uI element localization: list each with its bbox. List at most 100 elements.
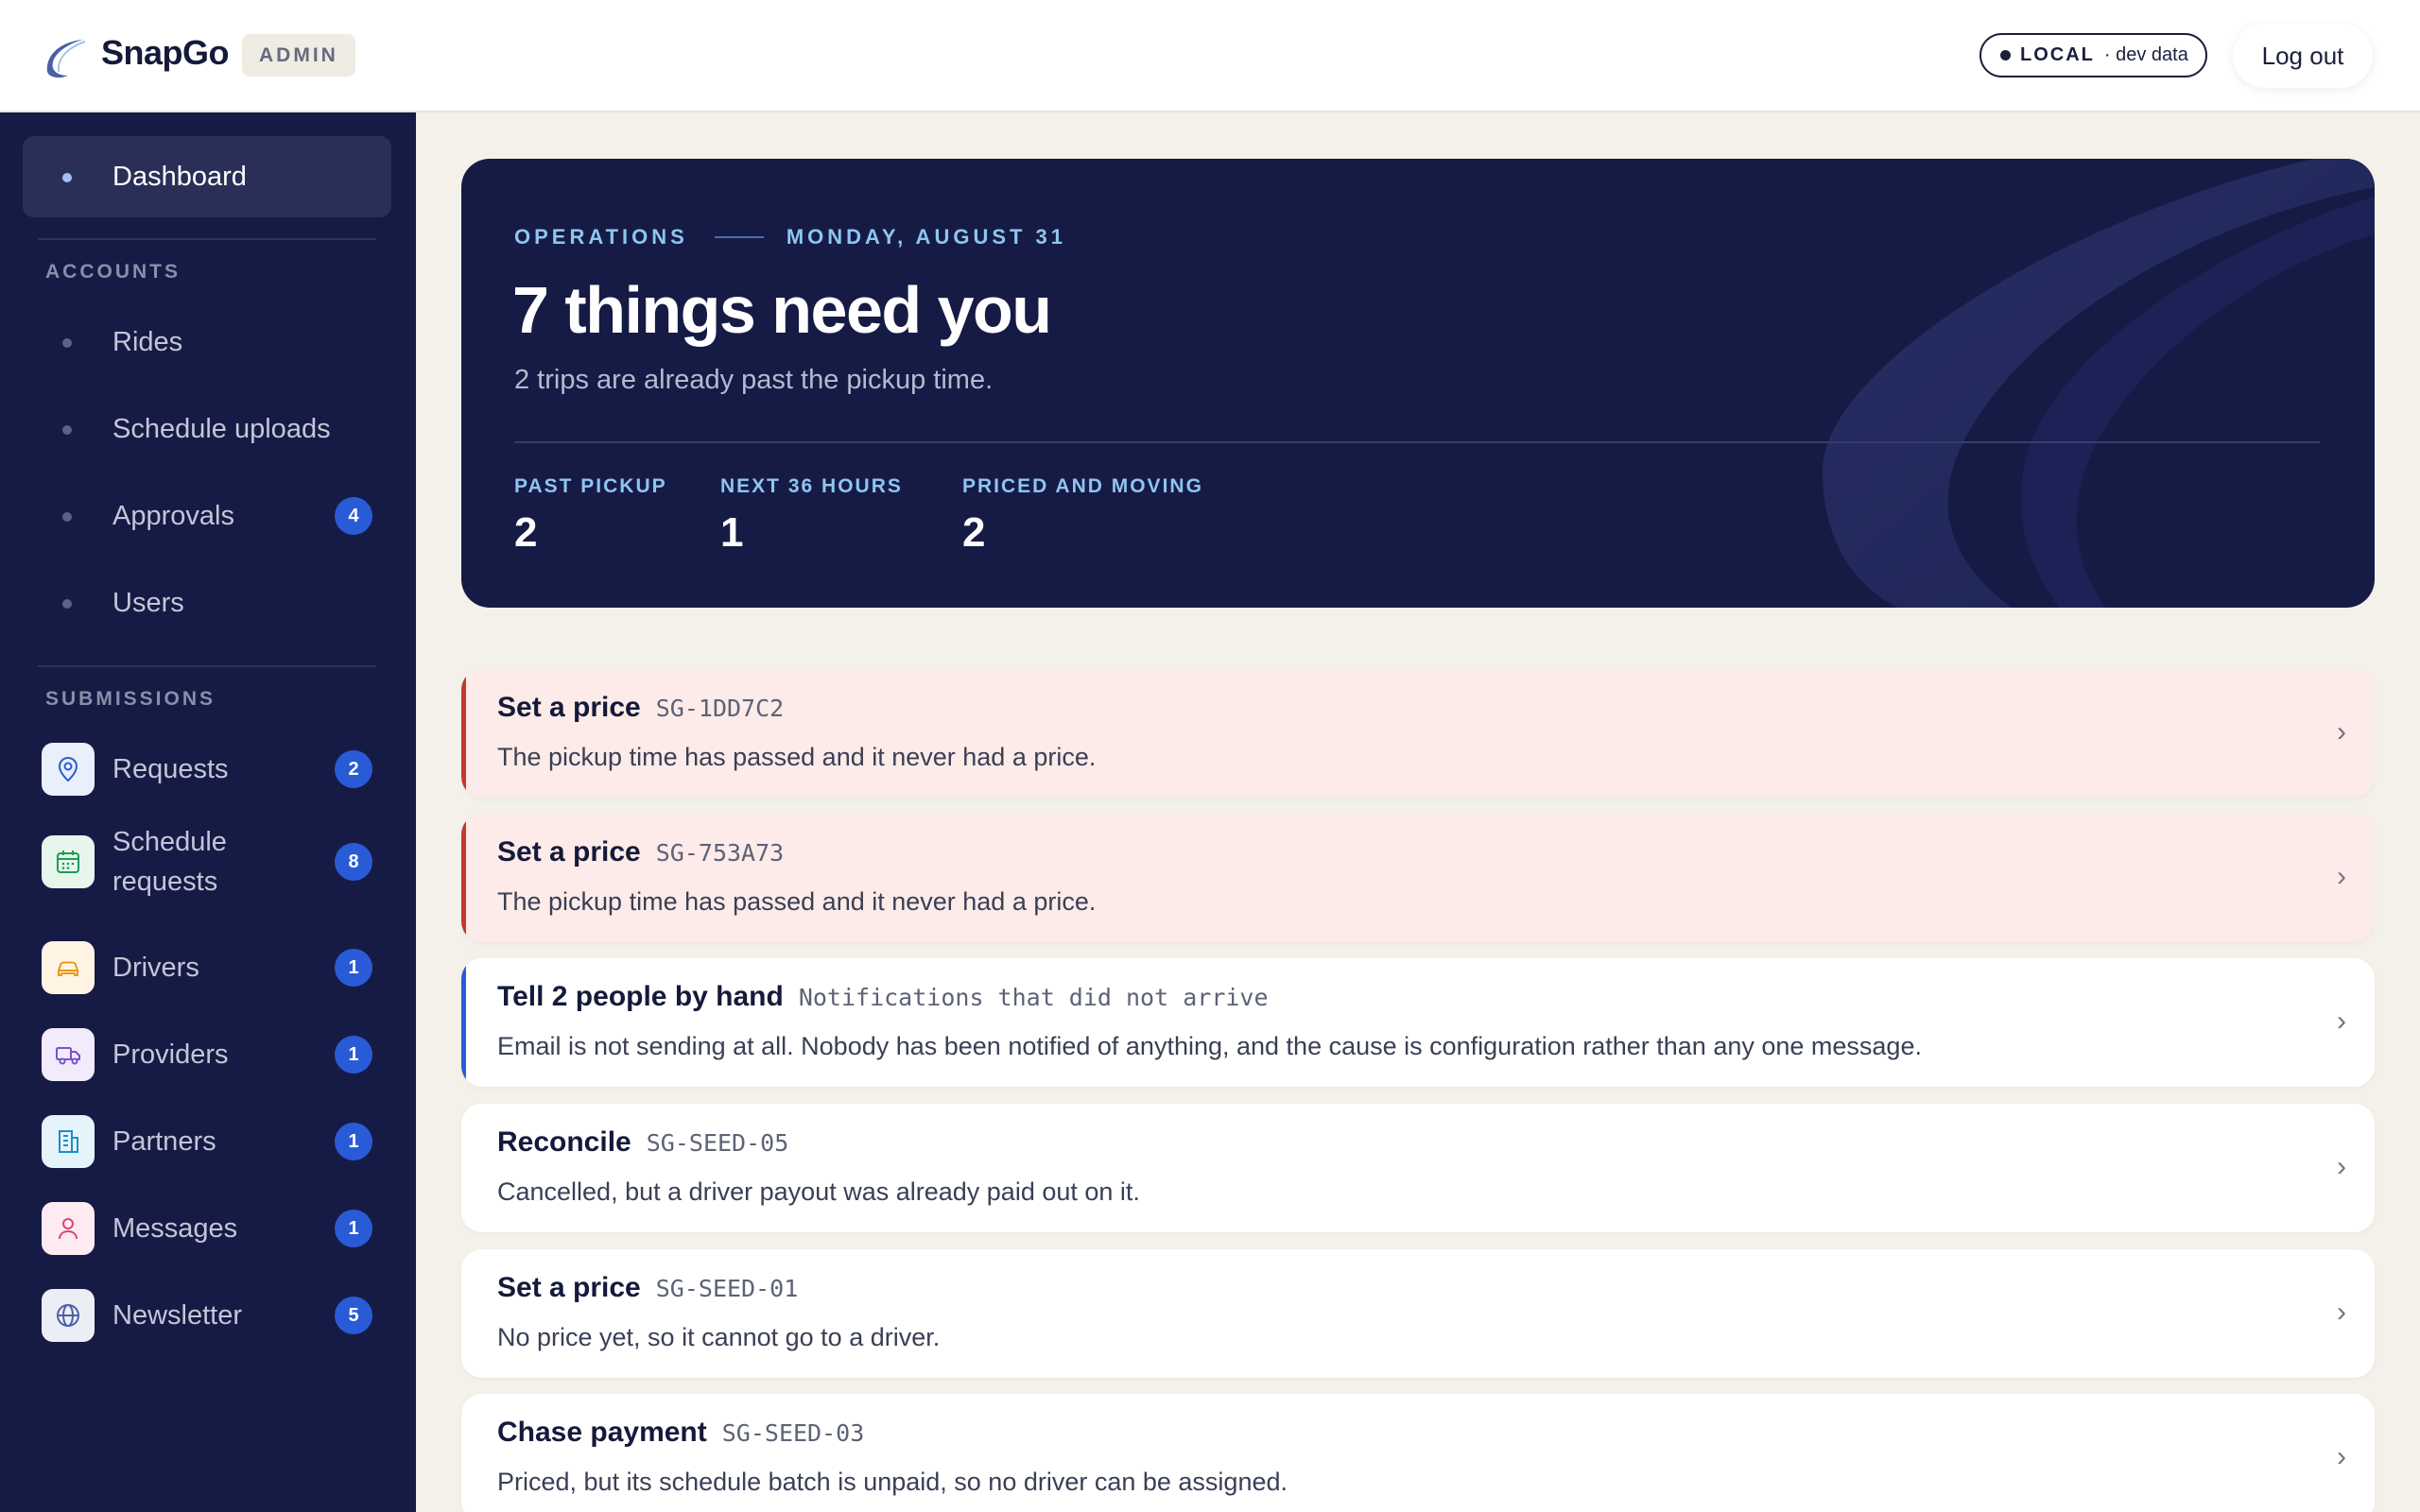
sidebar-item-providers[interactable]: Providers 1 [23,1014,391,1095]
stat-next-36-hours: NEXT 36 HOURS 1 [720,475,903,557]
task-title: Tell 2 people by hand [497,981,784,1012]
sidebar-item-partners[interactable]: Partners 1 [23,1101,391,1182]
task-card[interactable]: Tell 2 people by hand Notifications that… [461,958,2375,1087]
task-description: Email is not sending at all. Nobody has … [497,1032,1922,1060]
sidebar-item-label: Schedule requests [112,827,227,897]
chevron-right-icon: › [2337,1441,2346,1472]
count-badge: 2 [335,750,372,788]
task-card[interactable]: Set a price SG-753A73 The pickup time ha… [461,814,2375,942]
sidebar-item-schedule-uploads[interactable]: Schedule uploads [23,388,391,470]
chevron-right-icon: › [2337,1151,2346,1182]
task-code: SG-SEED-03 [721,1419,865,1447]
sidebar-divider [38,665,376,667]
sidebar-item-drivers[interactable]: Drivers 1 [23,927,391,1008]
sidebar-divider [38,238,376,240]
admin-badge: ADMIN [242,34,355,77]
chevron-right-icon: › [2337,716,2346,747]
task-code: SG-SEED-01 [655,1275,799,1302]
stat-value: 2 [962,509,986,556]
brand-name[interactable]: SnapGo [101,33,230,73]
task-code: SG-SEED-05 [646,1129,789,1157]
sidebar-item-label: Schedule uploads [112,413,331,444]
sidebar-item-label: Newsletter [112,1299,242,1331]
task-card[interactable]: Set a price SG-1DD7C2 The pickup time ha… [461,669,2375,798]
sidebar-item-label: Partners [112,1125,216,1157]
environment-label: LOCAL [2020,44,2095,65]
sidebar-item-label: Rides [112,326,183,357]
task-card[interactable]: Chase payment SG-SEED-03 Priced, but its… [461,1394,2375,1512]
task-card[interactable]: Set a price SG-SEED-01 No price yet, so … [461,1249,2375,1378]
hero-kicker: OPERATIONS MONDAY, AUGUST 31 [514,225,1066,249]
stat-priced-and-moving: PRICED AND MOVING 2 [962,475,1203,557]
stat-label: NEXT 36 HOURS [720,475,903,497]
top-bar: SnapGo ADMIN LOCAL · dev data Log out [0,0,2420,112]
task-description: No price yet, so it cannot go to a drive… [497,1323,941,1351]
building-icon [42,1115,95,1168]
sidebar-item-label: Providers [112,1039,229,1070]
task-description: Cancelled, but a driver payout was alrea… [497,1177,1140,1206]
sidebar-item-label: Users [112,587,184,618]
count-badge: 1 [335,1123,372,1160]
task-description: The pickup time has passed and it never … [497,887,1097,916]
location-pin-icon [42,743,95,796]
logout-button[interactable]: Log out [2233,24,2373,88]
bullet-icon [62,425,72,435]
sidebar-item-rides[interactable]: Rides [23,301,391,383]
environment-pill: LOCAL · dev data [1979,33,2207,77]
count-badge: 4 [335,497,372,535]
sidebar-item-schedule-requests[interactable]: Schedule requests 8 [23,812,391,912]
hero-kicker-label: OPERATIONS [514,225,688,249]
stat-value: 1 [720,509,744,556]
bullet-icon [62,338,72,348]
urgent-accent-bar [461,669,466,798]
task-description: Priced, but its schedule batch is unpaid… [497,1468,1288,1496]
globe-icon [42,1289,95,1342]
kicker-divider [714,236,764,238]
task-card[interactable]: Reconcile SG-SEED-05 Cancelled, but a dr… [461,1104,2375,1232]
count-badge: 1 [335,1036,372,1074]
sidebar-item-label: Approvals [112,500,234,531]
chevron-right-icon: › [2337,861,2346,892]
stat-label: PRICED AND MOVING [962,475,1203,497]
bullet-icon [62,512,72,522]
snapgo-logo-icon [46,40,86,78]
stat-label: PAST PICKUP [514,475,667,497]
bullet-icon [62,599,72,609]
task-title: Chase payment [497,1417,707,1448]
sidebar-item-requests[interactable]: Requests 2 [23,729,391,810]
bullet-icon [62,173,72,182]
truck-icon [42,1028,95,1081]
environment-sub-label: · dev data [2103,44,2188,65]
sidebar-item-newsletter[interactable]: Newsletter 5 [23,1275,391,1356]
task-code: SG-753A73 [655,839,785,867]
task-code: SG-1DD7C2 [655,695,785,722]
task-header: Chase payment SG-SEED-03 [497,1417,864,1449]
section-label-accounts: ACCOUNTS [45,261,181,283]
hero-divider [514,441,2320,443]
count-badge: 1 [335,1210,372,1247]
task-description: The pickup time has passed and it never … [497,743,1097,771]
sidebar-item-approvals[interactable]: Approvals 4 [23,475,391,557]
task-header: Set a price SG-1DD7C2 [497,692,784,724]
operations-summary-card: OPERATIONS MONDAY, AUGUST 31 7 things ne… [461,159,2375,608]
sidebar-item-label: Drivers [112,952,199,983]
sidebar-item-label: Requests [112,753,229,784]
sidebar-item-messages[interactable]: Messages 1 [23,1188,391,1269]
task-title: Set a price [497,692,641,723]
task-title: Set a price [497,836,641,868]
sidebar-item-label: Messages [112,1212,238,1244]
sidebar-item-label: Dashboard [112,161,247,192]
stat-past-pickup: PAST PICKUP 2 [514,475,667,557]
count-badge: 8 [335,843,372,881]
section-label-submissions: SUBMISSIONS [45,688,216,710]
environment-dot-icon [2000,50,2011,60]
sidebar: Dashboard ACCOUNTS Rides Schedule upload… [0,112,416,1512]
page-title: 7 things need you [512,273,1052,347]
task-header: Set a price SG-753A73 [497,836,784,868]
calendar-icon [42,835,95,888]
task-title: Set a price [497,1272,641,1303]
chevron-right-icon: › [2337,1297,2346,1328]
task-header: Reconcile SG-SEED-05 [497,1126,788,1159]
sidebar-item-dashboard[interactable]: Dashboard [23,136,391,217]
sidebar-item-users[interactable]: Users [23,562,391,644]
